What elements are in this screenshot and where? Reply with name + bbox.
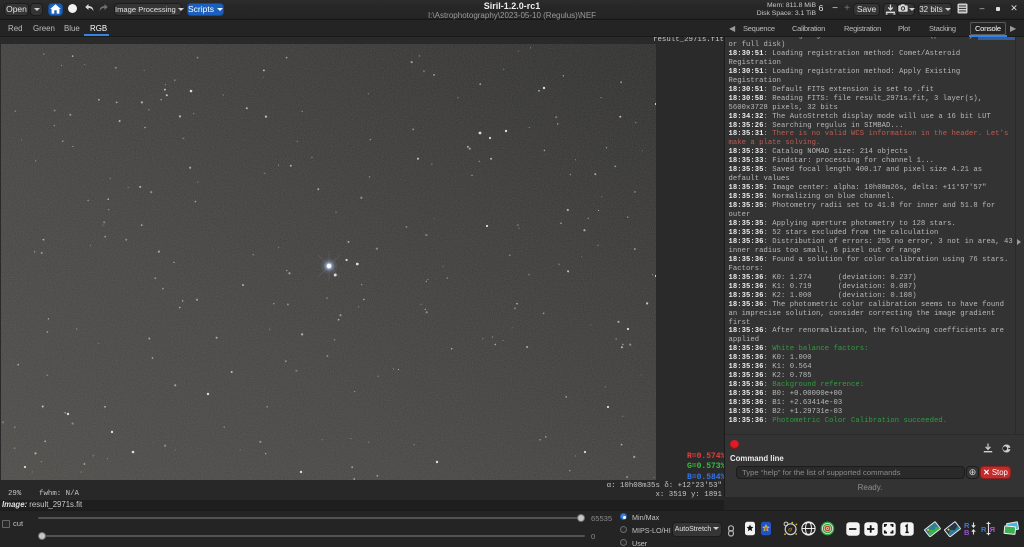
svg-text:R: R	[989, 525, 995, 534]
svg-text:σ: σ	[788, 525, 792, 534]
svg-text:R: R	[981, 525, 987, 534]
svg-text:B: B	[964, 528, 970, 536]
